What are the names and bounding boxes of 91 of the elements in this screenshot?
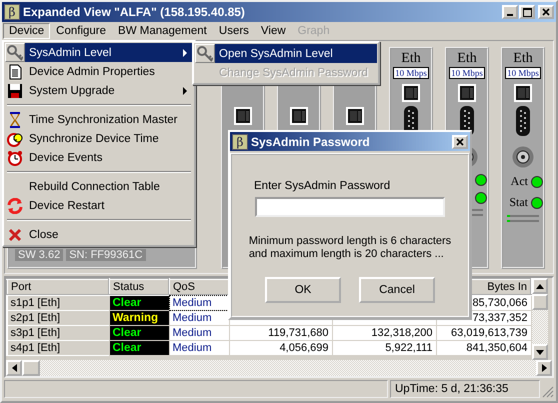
- menu-item[interactable]: System Upgrade: [5, 81, 193, 100]
- table-cell: 841,350,604: [436, 340, 531, 356]
- ethernet-port-icon: [234, 107, 252, 125]
- submenu-arrow-icon: [183, 86, 187, 94]
- window-title: Expanded View "ALFA" (158.195.40.85): [23, 5, 246, 19]
- menu-bar-item[interactable]: Users: [212, 23, 255, 39]
- scroll-up-button[interactable]: [532, 278, 548, 294]
- field-label: Enter SysAdmin Password: [254, 180, 390, 192]
- port-cell: s4p1 [Eth]: [7, 340, 109, 356]
- menu-item[interactable]: SysAdmin Level: [5, 43, 193, 62]
- menu-item[interactable]: Device Restart: [5, 196, 193, 215]
- alarm-clock-icon: [7, 150, 23, 166]
- qos-cell: Medium: [169, 340, 229, 356]
- menu-item[interactable]: Device Events: [5, 148, 193, 167]
- speed-label: 10 Mbps: [449, 67, 485, 79]
- password-field[interactable]: [255, 197, 445, 217]
- minimize-button[interactable]: [502, 5, 518, 19]
- uptime-text: UpTime: 5 d, 21:36:35: [390, 380, 540, 398]
- table-cell: 132,318,200: [332, 326, 436, 340]
- right-arrow-icon: [542, 364, 546, 372]
- module-name: Eth: [457, 51, 477, 67]
- table-cell: 119,731,680: [229, 326, 332, 340]
- led-label: Act: [510, 174, 528, 189]
- scroll-right-button[interactable]: [536, 360, 552, 376]
- app-logo: β: [232, 134, 248, 150]
- table-cell: 5,922,111: [332, 340, 436, 356]
- menu-item[interactable]: Close: [5, 225, 193, 244]
- hourglass-icon: [7, 112, 23, 128]
- menu-bar-item[interactable]: View: [254, 23, 292, 39]
- table-cell: 63,019,613,739: [436, 326, 531, 340]
- ethernet-port-icon: [290, 107, 308, 125]
- module-name: Eth: [401, 51, 421, 67]
- speed-label: 10 Mbps: [393, 67, 429, 79]
- status-cell: Warning: [109, 310, 169, 326]
- scroll-left-button[interactable]: [6, 360, 22, 376]
- app-logo: β: [4, 4, 20, 20]
- dialog-button[interactable]: Cancel: [359, 277, 435, 303]
- close-button[interactable]: [538, 5, 554, 19]
- resize-grip-icon: [542, 386, 554, 398]
- module-name: Eth: [513, 51, 533, 67]
- status-cell: Clear: [109, 295, 169, 310]
- ethernet-port-icon: [458, 84, 476, 102]
- column-header[interactable]: Port: [7, 279, 109, 295]
- hint-text: Minimum password length is 6 characters and maximum length is 20 characters ...: [248, 235, 452, 261]
- column-header[interactable]: Status: [109, 279, 169, 295]
- down-arrow-icon: [536, 350, 544, 354]
- speed-label: 10 Mbps: [505, 67, 541, 79]
- table-cell: 4,056,699: [229, 340, 332, 356]
- left-arrow-icon: [12, 364, 16, 372]
- menu-item[interactable]: Rebuild Connection Table: [5, 177, 193, 196]
- ethernet-port-icon: [514, 84, 532, 102]
- dialog-button[interactable]: OK: [265, 277, 341, 303]
- close-icon: [456, 138, 464, 146]
- key-icon: [197, 46, 213, 62]
- qos-cell: Medium: [169, 326, 229, 340]
- serial-port-icon: [516, 106, 530, 136]
- close-icon: [7, 226, 23, 242]
- key-icon: [7, 44, 23, 60]
- menu-bar-item[interactable]: Configure: [50, 23, 112, 39]
- ethernet-port-icon: [346, 107, 364, 125]
- port-cell: s1p1 [Eth]: [7, 295, 109, 310]
- menu-item[interactable]: Device Admin Properties: [5, 62, 193, 81]
- ethernet-port-icon: [402, 84, 420, 102]
- serial-number: SN: FF99361C: [66, 249, 146, 261]
- led-label: Stat: [509, 195, 528, 210]
- menu-item[interactable]: Synchronize Device Time: [5, 129, 193, 148]
- maximize-button[interactable]: [519, 5, 535, 19]
- up-arrow-icon: [536, 284, 544, 288]
- document-icon: [7, 64, 23, 80]
- scroll-thumb[interactable]: [22, 360, 40, 376]
- status-cell: Clear: [109, 340, 169, 356]
- submenu-arrow-icon: [183, 48, 187, 56]
- port-cell: s3p1 [Eth]: [7, 326, 109, 340]
- maximize-icon: [522, 8, 532, 16]
- menu-item[interactable]: Time Synchronization Master: [5, 110, 193, 129]
- menu-item[interactable]: Open SysAdmin Level: [195, 44, 377, 63]
- column-header[interactable]: QoS: [169, 279, 229, 295]
- software-version: SW 3.62: [15, 249, 64, 261]
- menu-bar-item[interactable]: Device: [3, 23, 50, 39]
- close-button[interactable]: [452, 134, 468, 148]
- dialog-title: SysAdmin Password: [251, 134, 371, 148]
- menu-bar-item[interactable]: BW Management: [112, 23, 213, 39]
- clock-icon: [7, 130, 23, 146]
- circular-arrows-icon: [7, 198, 23, 214]
- vertical-scrollbar[interactable]: [532, 278, 548, 360]
- activity-bars-icon: [507, 215, 539, 222]
- status-cell: Clear: [109, 326, 169, 340]
- scroll-thumb[interactable]: [532, 294, 548, 310]
- close-icon: [542, 8, 550, 16]
- port-cell: s2p1 [Eth]: [7, 310, 109, 326]
- scroll-down-button[interactable]: [532, 344, 548, 360]
